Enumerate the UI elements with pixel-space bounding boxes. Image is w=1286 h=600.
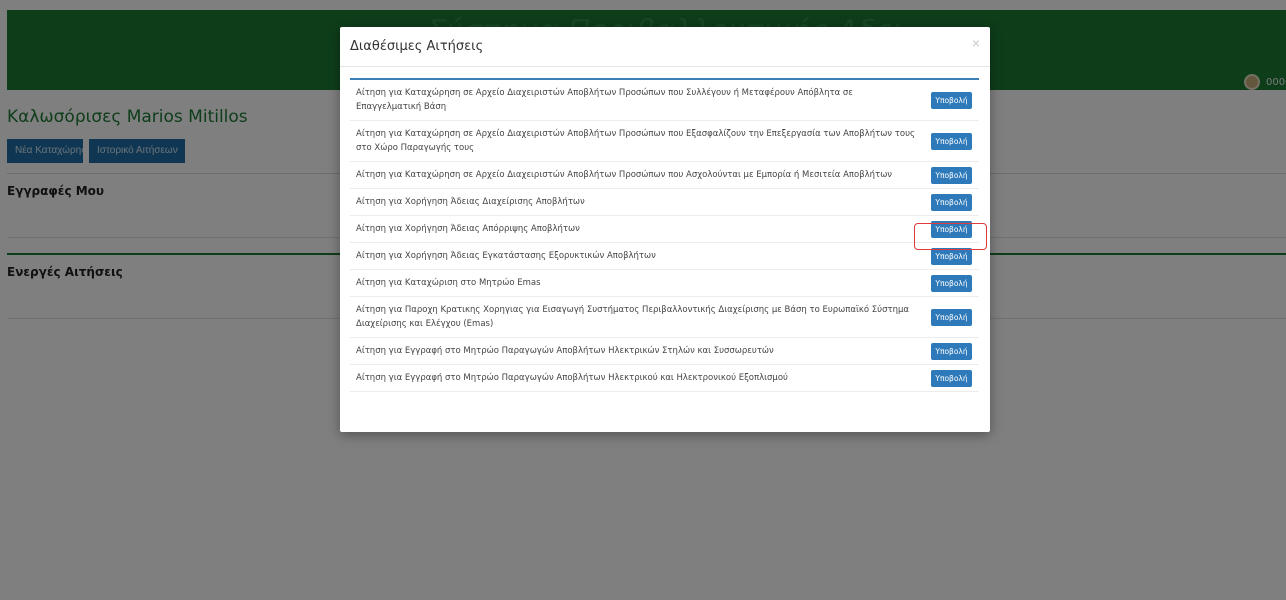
submit-button[interactable]: Υποβολή [931, 274, 972, 292]
row-action: Υποβολή [924, 247, 979, 265]
request-name: Αίτηση για Καταχώρηση σε Αρχείο Διαχειρι… [356, 129, 915, 153]
submit-button[interactable]: Υποβολή [931, 342, 972, 360]
available-requests-modal: Διαθέσιμες Αιτήσεις × Αίτηση για Καταχώρ… [340, 27, 990, 432]
submit-button[interactable]: Υποβολή [931, 193, 972, 211]
page: Σύστημα Περιβαλλοντικής Αδειοδότησης 000… [0, 0, 1286, 600]
submit-button[interactable]: Υποβολή [931, 91, 972, 109]
table-row: Αίτηση για Παροχη Κρατικης Χορηγιας για … [350, 297, 979, 338]
request-name: Αίτηση για Εγγραφή στο Μητρώο Παραγωγών … [356, 373, 788, 383]
submit-button[interactable]: Υποβολή [931, 369, 972, 387]
table-row: Αίτηση για Καταχώρηση σε Αρχείο Διαχειρι… [350, 162, 979, 189]
table-row: Αίτηση για Εγγραφή στο Μητρώο Παραγωγών … [350, 365, 979, 392]
row-action: Υποβολή [924, 193, 979, 211]
request-name: Αίτηση για Παροχη Κρατικης Χορηγιας για … [356, 305, 909, 329]
table-row: Αίτηση για Καταχώρηση σε Αρχείο Διαχειρι… [350, 121, 979, 162]
row-action: Υποβολή [924, 220, 979, 238]
request-name: Αίτηση για Εγγραφή στο Μητρώο Παραγωγών … [356, 346, 774, 356]
row-action: Υποβολή [924, 132, 979, 150]
table-row: Αίτηση για Χορήγηση Άδειας Διαχείρισης Α… [350, 189, 979, 216]
modal-header: Διαθέσιμες Αιτήσεις × [340, 27, 990, 67]
request-name: Αίτηση για Καταχώρηση σε Αρχείο Διαχειρι… [356, 170, 893, 180]
submit-button[interactable]: Υποβολή [931, 308, 972, 326]
submit-button-highlighted[interactable]: Υποβολή [931, 220, 972, 238]
close-icon[interactable]: × [972, 36, 980, 50]
request-name: Αίτηση για Χορήγηση Άδειας Διαχείρισης Α… [356, 197, 585, 207]
table-row: Αίτηση για Χορήγηση Άδειας Απόρριψης Απο… [350, 216, 979, 243]
submit-button[interactable]: Υποβολή [931, 247, 972, 265]
table-row: Αίτηση για Χορήγηση Άδειας Εγκατάστασης … [350, 243, 979, 270]
request-name: Αίτηση για Καταχώρηση σε Αρχείο Διαχειρι… [356, 88, 853, 112]
table-row: Αίτηση για Καταχώρηση σε Αρχείο Διαχειρι… [350, 80, 979, 121]
row-action: Υποβολή [924, 342, 979, 360]
row-action: Υποβολή [924, 91, 979, 109]
requests-table: Αίτηση για Καταχώρηση σε Αρχείο Διαχειρι… [350, 78, 979, 392]
row-action: Υποβολή [924, 308, 979, 326]
modal-title: Διαθέσιμες Αιτήσεις [350, 39, 484, 54]
request-name: Αίτηση για Χορήγηση Άδειας Εγκατάστασης … [356, 251, 656, 261]
table-row: Αίτηση για Καταχώριση στο Μητρώο Emas Υπ… [350, 270, 979, 297]
request-name: Αίτηση για Καταχώριση στο Μητρώο Emas [356, 278, 541, 288]
submit-button[interactable]: Υποβολή [931, 166, 972, 184]
request-name: Αίτηση για Χορήγηση Άδειας Απόρριψης Απο… [356, 224, 580, 234]
row-action: Υποβολή [924, 166, 979, 184]
table-row: Αίτηση για Εγγραφή στο Μητρώο Παραγωγών … [350, 338, 979, 365]
row-action: Υποβολή [924, 369, 979, 387]
submit-button[interactable]: Υποβολή [931, 132, 972, 150]
row-action: Υποβολή [924, 274, 979, 292]
